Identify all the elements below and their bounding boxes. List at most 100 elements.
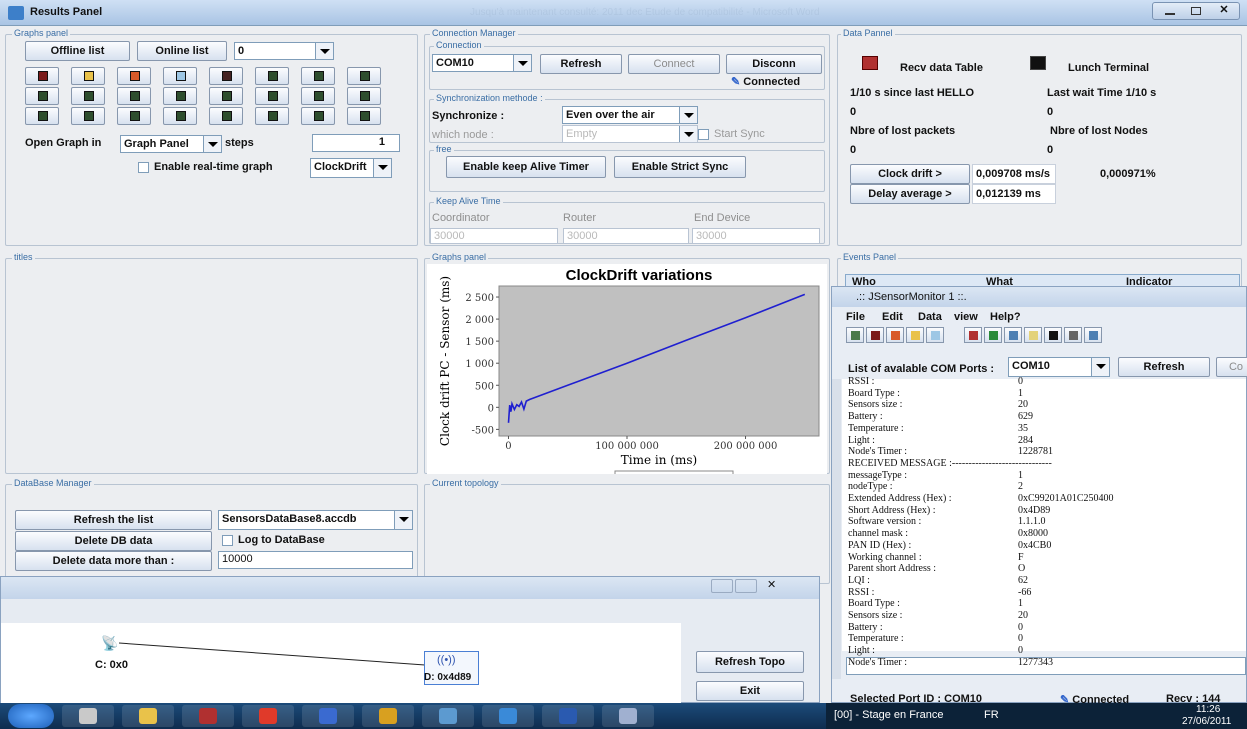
clock-date[interactable]: 27/06/2011 [1182,716,1231,727]
maximize-icon[interactable] [1185,4,1207,18]
end-device-input[interactable]: 30000 [692,228,820,244]
delete-more-input[interactable]: 10000 [218,551,413,569]
graph-type-button[interactable] [209,87,243,105]
toolbar-icon[interactable] [964,327,982,343]
graph-type-button[interactable] [209,107,243,125]
disconnect-button[interactable]: Disconn [726,54,822,74]
graph-type-button[interactable] [117,67,151,85]
taskbar-app-button[interactable] [182,705,234,727]
taskbar-app-button[interactable] [542,705,594,727]
toolbar-icon[interactable] [926,327,944,343]
jsensor-connect-button[interactable]: Co [1216,357,1247,377]
connect-button[interactable]: Connect [628,54,720,74]
graph-type-select[interactable]: ClockDrift [310,158,392,178]
coordinator-antenna-icon[interactable]: 📡 [101,635,118,652]
toolbar-icon[interactable] [1084,327,1102,343]
minimize-icon[interactable] [1159,4,1181,18]
router-input[interactable]: 30000 [563,228,689,244]
sync-method-select[interactable]: Even over the air [562,106,698,124]
graph-type-button[interactable] [71,87,105,105]
graph-type-button[interactable] [163,67,197,85]
node-select[interactable]: 0 [234,42,334,60]
graph-type-button[interactable] [25,107,59,125]
taskbar-app-button[interactable] [242,705,294,727]
toolbar-icon[interactable] [984,327,1002,343]
realtime-checkbox[interactable] [138,162,149,173]
steps-spinner[interactable]: 1 [312,134,400,152]
menu-item[interactable]: Edit [882,311,903,323]
coordinator-input[interactable]: 30000 [430,228,558,244]
delay-average-button[interactable]: Delay average > [850,184,970,204]
language-indicator[interactable]: FR [984,709,999,721]
taskbar-app-button[interactable] [422,705,474,727]
graph-type-button[interactable] [163,107,197,125]
graph-type-button[interactable] [347,107,381,125]
com-port-select[interactable]: COM10 [432,54,532,72]
active-task-label[interactable]: [00] - Stage en France [834,709,943,721]
graph-type-button[interactable] [255,107,289,125]
clock-time[interactable]: 11:26 [1196,704,1220,715]
graph-type-button[interactable] [209,67,243,85]
log-db-checkbox[interactable] [222,535,233,546]
start-button-icon[interactable] [8,704,54,728]
taskbar-app-button[interactable] [482,705,534,727]
online-list-button[interactable]: Online list [137,41,227,61]
taskbar-app-button[interactable] [362,705,414,727]
terminal-icon[interactable] [1030,56,1046,70]
toolbar-icon[interactable] [1004,327,1022,343]
graph-type-button[interactable] [301,87,335,105]
refresh-topo-button[interactable]: Refresh Topo [696,651,804,673]
graph-type-button[interactable] [255,87,289,105]
graph-type-button[interactable] [71,107,105,125]
delete-more-button[interactable]: Delete data more than : [15,551,212,571]
refresh-button[interactable]: Refresh [540,54,622,74]
taskbar-app-button[interactable] [302,705,354,727]
toolbar-icon[interactable] [906,327,924,343]
toolbar-icon[interactable] [1044,327,1062,343]
jsensor-port-select[interactable]: COM10 [1008,357,1110,377]
graph-type-button[interactable] [163,87,197,105]
scrollbar[interactable] [832,379,841,679]
recv-table-label[interactable]: Recv data Table [900,62,983,74]
toolbar-icon[interactable] [866,327,884,343]
toolbar-icon[interactable] [1024,327,1042,343]
close-icon[interactable]: ✕ [767,578,776,591]
taskbar-app-button[interactable] [602,705,654,727]
end-device-node[interactable]: ((•)) D: 0x4d89 [424,651,479,685]
delete-db-button[interactable]: Delete DB data [15,531,212,551]
toolbar-icon[interactable] [1064,327,1082,343]
minimize-icon[interactable] [711,579,733,593]
lunch-terminal-label[interactable]: Lunch Terminal [1068,62,1149,74]
clock-drift-button[interactable]: Clock drift > [850,164,970,184]
strict-sync-button[interactable]: Enable Strict Sync [614,156,746,178]
toolbar-icon[interactable] [886,327,904,343]
menu-item[interactable]: view [954,311,978,323]
graph-type-button[interactable] [301,67,335,85]
graph-type-button[interactable] [301,107,335,125]
graph-type-button[interactable] [347,87,381,105]
keep-alive-button[interactable]: Enable keep Alive Timer [446,156,606,178]
jsensor-refresh-button[interactable]: Refresh [1118,357,1210,377]
menu-item[interactable]: Data [918,311,942,323]
close-icon[interactable]: ✕ [1213,3,1235,17]
menu-item[interactable]: File [846,311,865,323]
graph-type-button[interactable] [347,67,381,85]
graph-type-button[interactable] [117,107,151,125]
graph-type-button[interactable] [255,67,289,85]
graph-type-button[interactable] [25,87,59,105]
offline-list-button[interactable]: Offline list [25,41,130,61]
db-file-select[interactable]: SensorsDataBase8.accdb [218,510,413,530]
table-icon[interactable] [862,56,878,70]
which-node-select[interactable]: Empty [562,125,698,143]
taskbar-app-button[interactable] [62,705,114,727]
maximize-icon[interactable] [735,579,757,593]
graph-type-button[interactable] [71,67,105,85]
graph-type-button[interactable] [25,67,59,85]
graph-type-button[interactable] [117,87,151,105]
toolbar-icon[interactable] [846,327,864,343]
menu-item[interactable]: Help? [990,311,1021,323]
taskbar-app-button[interactable] [122,705,174,727]
start-sync-checkbox[interactable] [698,129,709,140]
exit-button[interactable]: Exit [696,681,804,701]
refresh-list-button[interactable]: Refresh the list [15,510,212,530]
